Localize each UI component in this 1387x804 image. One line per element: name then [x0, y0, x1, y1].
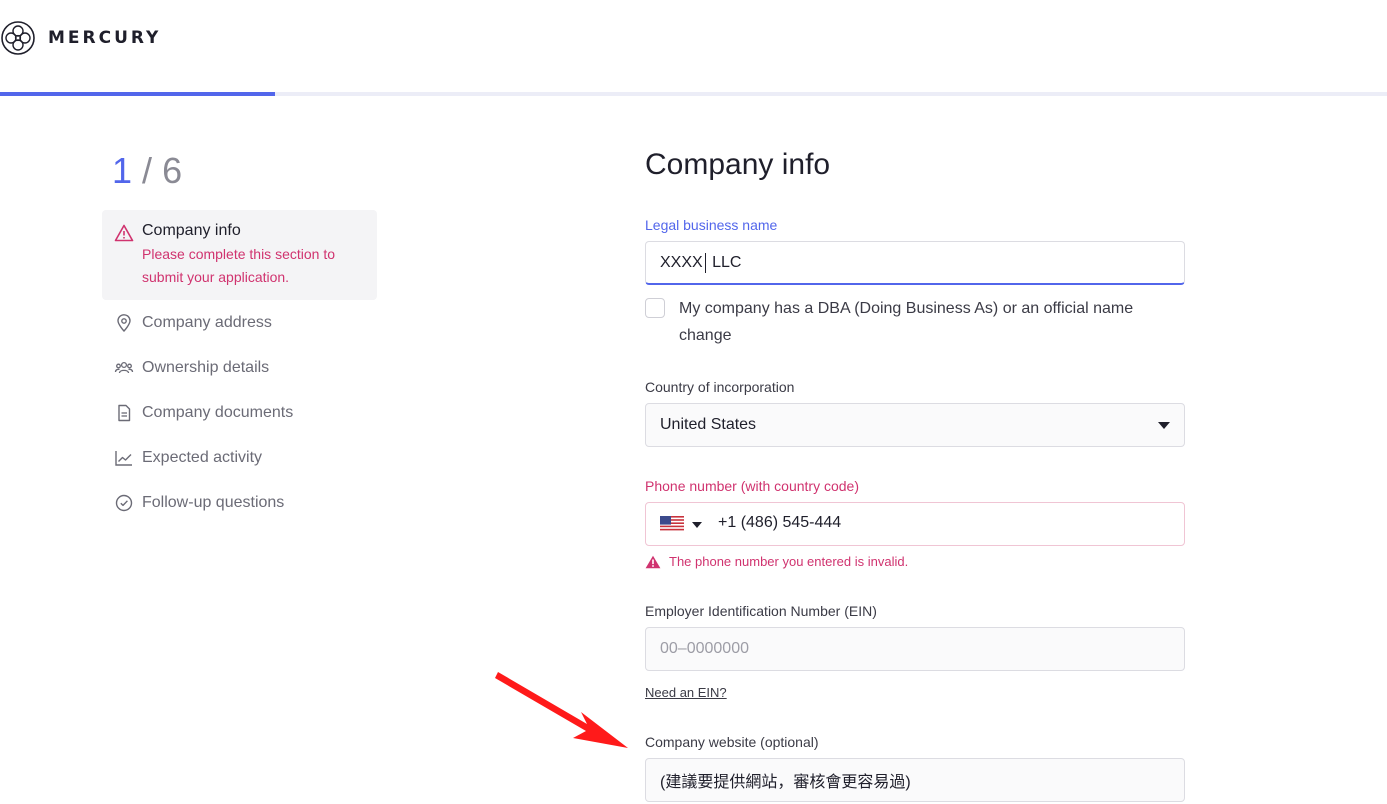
website-value: (建議要提供網站，審核會更容易過): [660, 774, 911, 791]
annotation-arrow-icon: [495, 672, 628, 748]
website-label: Company website (optional): [645, 734, 819, 750]
ein-input[interactable]: 00–0000000: [645, 627, 1185, 671]
website-input[interactable]: (建議要提供網站，審核會更容易過): [645, 758, 1185, 802]
ein-label: Employer Identification Number (EIN): [645, 603, 877, 619]
country-label: Country of incorporation: [645, 379, 795, 395]
legal-name-label: Legal business name: [645, 217, 778, 233]
legal-name-value-end: LLC: [707, 253, 742, 271]
step-current: 1: [112, 150, 133, 191]
step-total: 6: [162, 150, 183, 191]
form-title: Company info: [645, 148, 831, 181]
need-ein-link[interactable]: Need an EIN?: [645, 685, 727, 700]
step-label: Company address: [142, 313, 272, 331]
step-label: Expected activity: [142, 448, 263, 466]
step-list: Company info Please complete this sectio…: [102, 210, 377, 525]
step-item-follow-up-questions[interactable]: Follow-up questions: [102, 480, 377, 525]
dba-checkbox-label[interactable]: My company has a DBA (Doing Business As)…: [679, 295, 1179, 349]
step-counter: 1 / 6: [112, 150, 182, 192]
location-pin-icon: [117, 314, 131, 333]
warning-icon: [114, 224, 134, 242]
step-item-expected-activity[interactable]: Expected activity: [102, 435, 377, 480]
step-label: Company documents: [142, 403, 294, 421]
caret-down-icon: [1158, 422, 1170, 429]
phone-label: Phone number (with country code): [645, 478, 859, 494]
step-error-message: Please complete this section to submit y…: [142, 246, 335, 285]
step-label: Ownership details: [142, 358, 270, 376]
mercury-logo-icon[interactable]: [0, 20, 36, 56]
step-title: Company info: [142, 222, 241, 239]
error-icon: [645, 555, 661, 568]
step-item-company-documents[interactable]: Company documents: [102, 390, 377, 435]
legal-name-input[interactable]: XXXX LLC: [645, 241, 1185, 285]
dba-checkbox[interactable]: [645, 298, 665, 318]
phone-error: The phone number you entered is invalid.: [645, 554, 908, 569]
people-icon: [114, 361, 134, 374]
country-select[interactable]: United States: [645, 403, 1185, 447]
step-item-company-info[interactable]: Company info Please complete this sectio…: [102, 210, 377, 300]
country-code-dropdown-icon[interactable]: [692, 522, 702, 528]
document-icon: [118, 404, 131, 422]
header: MERCURY: [0, 0, 1387, 92]
legal-name-value-start: XXXX: [660, 253, 703, 271]
step-item-company-address[interactable]: Company address: [102, 300, 377, 345]
line-chart-icon: [115, 451, 132, 466]
text-caret: [704, 252, 706, 273]
ein-placeholder: 00–0000000: [660, 640, 749, 657]
progress-bar-fill: [0, 92, 275, 96]
phone-input[interactable]: +1 (486) 545-444: [645, 502, 1185, 546]
brand-name: MERCURY: [48, 28, 162, 48]
country-value: United States: [660, 416, 757, 433]
step-label: Follow-up questions: [142, 493, 285, 511]
step-separator: /: [142, 150, 153, 191]
us-flag-icon[interactable]: [660, 516, 684, 532]
check-circle-icon: [115, 494, 133, 512]
progress-bar: [0, 92, 1387, 96]
phone-error-text: The phone number you entered is invalid.: [669, 554, 909, 569]
step-item-ownership-details[interactable]: Ownership details: [102, 345, 377, 390]
phone-value: +1 (486) 545-444: [718, 514, 842, 531]
